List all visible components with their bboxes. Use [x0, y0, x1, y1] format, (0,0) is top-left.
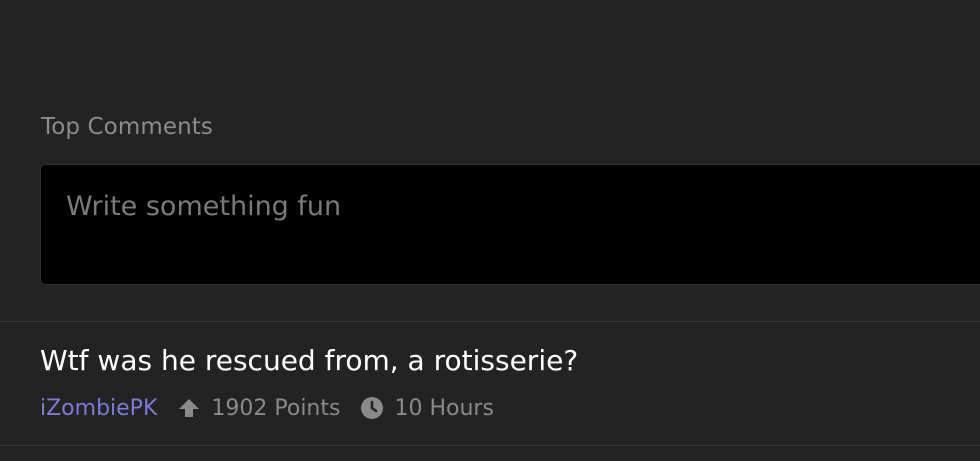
section-title: Top Comments — [41, 114, 213, 140]
divider — [0, 321, 980, 322]
comment-input[interactable] — [41, 165, 980, 284]
comment-composer[interactable] — [40, 164, 980, 285]
comments-section: Top Comments Wtf was he rescued from, a … — [0, 0, 980, 461]
comment-author-link[interactable]: iZombiePK — [40, 396, 157, 421]
clock-icon — [361, 397, 384, 419]
divider — [0, 445, 980, 446]
upvote-arrow-icon[interactable] — [178, 397, 200, 419]
comment-body: Wtf was he rescued from, a rotisserie? — [40, 344, 579, 377]
comment-points: 1902 Points — [211, 395, 341, 421]
comment-age: 10 Hours — [394, 395, 494, 421]
comment-meta: iZombiePK 1902 Points 10 Hours — [40, 393, 494, 423]
